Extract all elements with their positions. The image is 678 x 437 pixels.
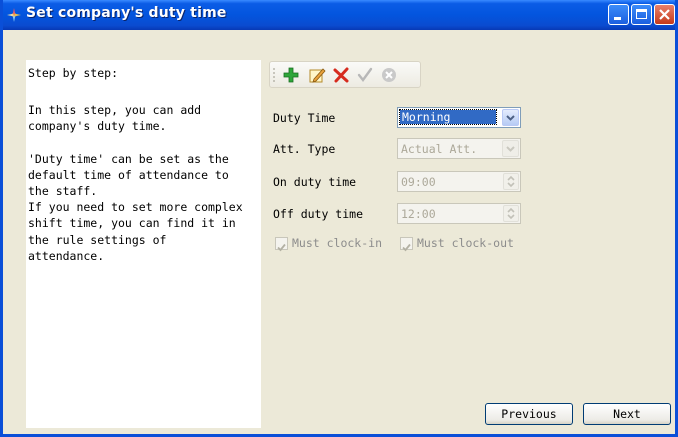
- minimize-icon: [614, 17, 621, 20]
- must-clock-in-checkbox[interactable]: [275, 237, 288, 252]
- spinner-arrows-icon: [507, 207, 515, 220]
- maximize-icon: [636, 9, 647, 19]
- chevron-down-icon: [506, 115, 515, 121]
- duty-time-value: Morning: [399, 109, 497, 125]
- edit-toolbar: [269, 61, 421, 88]
- att-type-select[interactable]: Actual Att.: [397, 138, 521, 159]
- att-type-value: Actual Att.: [401, 142, 478, 156]
- step-title: Step by step:: [28, 66, 119, 80]
- duty-time-select[interactable]: Morning: [397, 107, 521, 128]
- on-duty-time-value: 09:00: [401, 175, 436, 189]
- duty-time-label: Duty Time: [273, 111, 336, 125]
- off-duty-time-label: Off duty time: [273, 207, 364, 221]
- window-title: Set company's duty time: [26, 5, 227, 21]
- title-bar[interactable]: Set company's duty time: [3, 0, 675, 30]
- off-duty-time-value: 12:00: [401, 207, 436, 221]
- on-duty-time-input[interactable]: 09:00: [397, 171, 521, 192]
- step-description: In this step, you can add company's duty…: [28, 103, 243, 263]
- close-button[interactable]: [654, 4, 675, 25]
- instructions-panel: Step by step: In this step, you can add …: [26, 60, 261, 428]
- must-clock-in-label: Must clock-in: [292, 236, 383, 250]
- edit-icon[interactable]: [308, 66, 326, 84]
- app-icon: [7, 8, 21, 22]
- spinner-arrows-icon: [507, 175, 515, 188]
- delete-icon[interactable]: [332, 66, 350, 84]
- must-clock-out-checkbox[interactable]: [400, 237, 413, 252]
- close-icon: [659, 9, 670, 20]
- plus-icon[interactable]: [282, 66, 300, 84]
- minimize-button[interactable]: [608, 4, 629, 25]
- must-clock-out-label: Must clock-out: [417, 236, 514, 250]
- on-duty-time-label: On duty time: [273, 175, 357, 189]
- duty-time-dropdown-button[interactable]: [502, 109, 519, 126]
- checkmark-icon: [402, 243, 411, 252]
- previous-button[interactable]: Previous: [485, 403, 573, 425]
- next-button-label: Next: [613, 407, 641, 421]
- cancel-icon: [382, 68, 396, 82]
- dialog-window: Set company's duty time Step by step: In…: [0, 0, 678, 437]
- off-duty-time-spinner[interactable]: [503, 205, 519, 222]
- checkmark-icon: [277, 243, 286, 252]
- chevron-down-icon: [506, 146, 515, 152]
- on-duty-time-spinner[interactable]: [503, 173, 519, 190]
- maximize-button[interactable]: [631, 4, 652, 25]
- att-type-label: Att. Type: [273, 142, 336, 156]
- next-button[interactable]: Next: [583, 403, 671, 425]
- att-type-dropdown-button[interactable]: [502, 140, 519, 157]
- off-duty-time-input[interactable]: 12:00: [397, 203, 521, 224]
- previous-button-label: Previous: [501, 407, 557, 421]
- check-icon: [357, 67, 373, 82]
- toolbar-grip[interactable]: [273, 67, 275, 83]
